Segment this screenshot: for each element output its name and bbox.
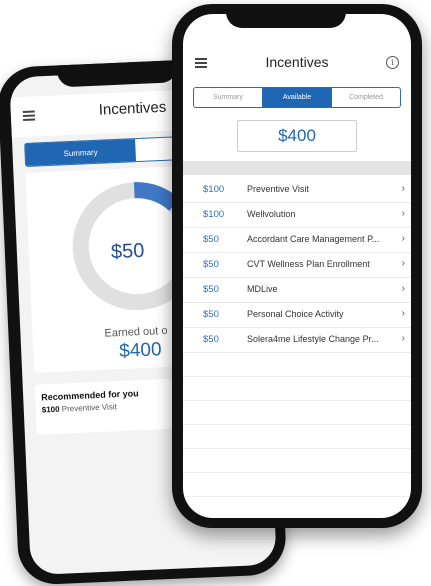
available-total: $400 (237, 120, 357, 152)
incentive-name: Accordant Care Management P... (247, 234, 380, 244)
empty-row (183, 377, 411, 401)
earned-label: Earned out o (104, 324, 168, 340)
app-header: Incentives i (183, 44, 411, 84)
empty-row (183, 353, 411, 377)
earned-amount: $50 (110, 239, 145, 264)
phone-notch (226, 4, 346, 28)
chevron-right-icon: › (401, 333, 405, 344)
section-divider (183, 161, 411, 175)
incentive-amount: $50 (203, 234, 219, 245)
recommended-title: Recommended for you (41, 388, 139, 403)
incentive-amount: $100 (203, 209, 225, 220)
chevron-right-icon: › (401, 183, 405, 194)
tab-summary[interactable]: Summary (25, 139, 137, 166)
front-phone: Incentives i Summary Available Completed… (172, 4, 422, 528)
incentive-name: Preventive Visit (247, 184, 309, 194)
recommended-name: Preventive Visit (61, 402, 117, 414)
incentive-name: Solera4me Lifestyle Change Pr... (247, 334, 379, 344)
incentive-list: $100 Preventive Visit › $100 Wellvolution › … (183, 178, 411, 497)
page-title: Incentives (98, 98, 167, 119)
empty-row (183, 401, 411, 425)
tab-completed[interactable]: Completed (332, 88, 400, 107)
recommended-amount: $100 (41, 404, 60, 415)
incentive-name: Wellvolution (247, 209, 296, 219)
list-item[interactable]: $50 Personal Choice Activity › (183, 303, 411, 328)
phone-screen: Incentives i Summary Available Completed… (183, 14, 411, 518)
incentive-amount: $100 (203, 184, 225, 195)
incentive-name: MDLive (247, 284, 278, 294)
list-item[interactable]: $50 Accordant Care Management P... › (183, 228, 411, 253)
tab-summary[interactable]: Summary (194, 88, 263, 107)
page-title: Incentives (265, 54, 329, 70)
chevron-right-icon: › (401, 233, 405, 244)
tab-bar: Summary Available Completed (193, 87, 401, 108)
list-item[interactable]: $50 Solera4me Lifestyle Change Pr... › (183, 328, 411, 353)
list-item[interactable]: $50 MDLive › (183, 278, 411, 303)
chevron-right-icon: › (401, 258, 405, 269)
recommended-item: $100 Preventive Visit (42, 402, 117, 414)
list-item[interactable]: $100 Preventive Visit › (183, 178, 411, 203)
incentive-amount: $50 (203, 309, 219, 320)
list-item[interactable]: $100 Wellvolution › (183, 203, 411, 228)
tab-available[interactable]: Available (263, 88, 332, 107)
incentive-amount: $50 (203, 259, 219, 270)
info-icon[interactable]: i (386, 56, 399, 69)
incentive-amount: $50 (203, 334, 219, 345)
incentive-name: CVT Wellness Plan Enrollment (247, 259, 370, 269)
empty-row (183, 449, 411, 473)
empty-row (183, 425, 411, 449)
total-amount: $400 (118, 339, 163, 363)
incentive-amount: $50 (203, 284, 219, 295)
empty-row (183, 473, 411, 497)
chevron-right-icon: › (401, 283, 405, 294)
chevron-right-icon: › (401, 208, 405, 219)
list-item[interactable]: $50 CVT Wellness Plan Enrollment › (183, 253, 411, 278)
chevron-right-icon: › (401, 308, 405, 319)
incentive-name: Personal Choice Activity (247, 309, 344, 319)
hamburger-menu-icon[interactable] (22, 110, 36, 121)
